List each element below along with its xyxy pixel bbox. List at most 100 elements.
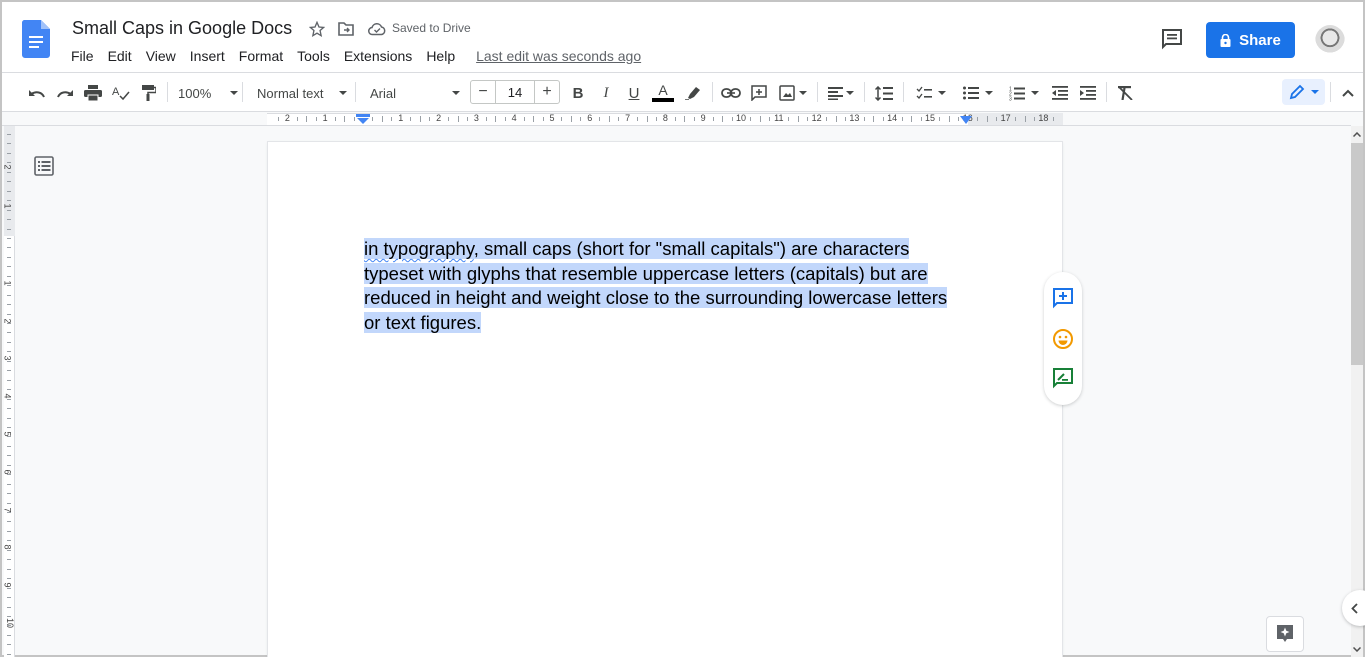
add-comment-icon[interactable] [1052,287,1074,309]
ruler-tick-mark [722,116,723,122]
paragraph-style-select[interactable]: Normal text [257,81,347,105]
underline-icon[interactable]: U [624,81,644,105]
text-run: typeset with glyphs that resemble upperc… [364,263,928,284]
horizontal-ruler[interactable]: 21123456789101112131415161718 [2,112,1351,126]
vertical-ruler[interactable]: 211234567891011 [4,126,15,657]
decrease-font-size-button[interactable]: − [471,81,495,103]
clear-formatting-icon[interactable] [1114,81,1136,105]
document-page[interactable]: in typography, small caps (short for "sm… [268,142,1062,657]
menu-help[interactable]: Help [419,46,462,66]
decrease-indent-icon[interactable] [1049,81,1071,105]
ruler-tick-mark [921,117,922,121]
text-run: reduced in height and weight close to th… [364,287,947,308]
menu-edit[interactable]: Edit [101,46,139,66]
document-outline-icon[interactable] [34,156,54,176]
zoom-select[interactable]: 100% [178,81,238,105]
left-indent-marker[interactable] [356,114,370,124]
insert-image-button[interactable] [776,81,810,105]
chevron-down-icon [938,91,946,95]
ruler-tick-mark [826,117,827,121]
ruler-tick-mark [7,474,11,475]
font-select[interactable]: Arial [370,81,460,105]
right-indent-marker[interactable] [959,116,973,124]
line-spacing-icon[interactable] [872,81,896,105]
ruler-tick-mark [335,117,336,121]
ruler-tick-mark [7,219,11,220]
text-color-icon[interactable]: A [651,80,675,104]
move-to-folder-icon[interactable] [336,19,356,39]
ruler-tick-label: 15 [925,113,935,123]
menu-extensions[interactable]: Extensions [337,46,419,66]
document-body[interactable]: in typography, small caps (short for "sm… [364,237,964,336]
ruler-tick-mark [278,117,279,121]
menu-file[interactable]: File [64,46,101,66]
numbered-list-icon: 123 [1009,86,1025,101]
ruler-tick-mark [7,503,11,504]
ruler-tick-mark [7,512,11,513]
text-line: typeset with glyphs that resemble upperc… [364,262,964,287]
account-avatar[interactable] [1315,25,1345,57]
vertical-scrollbar[interactable] [1351,126,1363,657]
ruler-tick-label: 10 [5,618,15,628]
paint-format-icon[interactable] [138,81,160,105]
ruler-tick-label: 6 [587,113,592,123]
chevron-down-icon [799,91,807,95]
comment-history-icon[interactable] [1160,27,1184,51]
increase-font-size-button[interactable]: + [535,81,559,103]
italic-icon[interactable]: I [596,81,616,105]
menu-tools[interactable]: Tools [290,46,337,66]
explore-button[interactable] [1266,616,1304,652]
spellcheck-icon[interactable]: A [110,81,132,105]
scroll-down-icon[interactable] [1351,642,1363,656]
print-icon[interactable] [82,81,104,105]
ruler-tick-mark [7,578,11,579]
star-icon[interactable] [307,19,327,39]
ruler-tick-mark [382,116,383,122]
ruler-tick-mark [7,616,11,617]
ruler-tick-mark [354,117,355,121]
share-button[interactable]: Share [1206,22,1295,58]
bold-icon[interactable]: B [568,81,588,105]
link-icon[interactable] [720,81,742,105]
bulleted-list-button[interactable] [959,81,997,105]
redo-icon[interactable] [54,81,76,105]
increase-indent-icon[interactable] [1077,81,1099,105]
ruler-tick-mark [694,117,695,121]
document-title[interactable]: Small Caps in Google Docs [72,18,292,39]
editing-mode-button[interactable] [1282,79,1325,105]
show-side-panel-button[interactable] [1342,590,1365,626]
ruler-tick-mark [391,117,392,121]
scroll-up-icon[interactable] [1351,127,1363,141]
ruler-tick-mark [609,116,610,122]
add-comment-icon[interactable] [748,81,770,105]
menu-insert[interactable]: Insert [183,46,232,66]
ruler-tick-mark [7,540,11,541]
font-size-input[interactable]: 14 [495,81,535,103]
misspelled-word[interactable]: in typography [364,238,474,259]
ruler-tick-mark [7,569,11,570]
undo-icon[interactable] [26,81,48,105]
ruler-tick-mark [7,304,11,305]
align-left-icon [828,87,843,100]
header: Small Caps in Google Docs Saved to Drive… [2,2,1363,72]
text-line: in typography, small caps (short for "sm… [364,237,964,262]
emoji-reaction-icon[interactable] [1052,328,1074,350]
ruler-tick-mark [684,116,685,122]
highlight-icon[interactable] [683,81,703,105]
menu-format[interactable]: Format [232,46,290,66]
collapse-menus-icon[interactable] [1339,81,1357,105]
scrollbar-thumb[interactable] [1351,143,1363,365]
suggest-edits-icon[interactable] [1052,367,1074,389]
google-docs-logo-icon[interactable] [22,20,50,58]
ruler-tick-mark [7,143,11,144]
checklist-button[interactable] [912,81,950,105]
menu-view[interactable]: View [139,46,183,66]
ruler-tick-mark [656,117,657,121]
last-edit-link[interactable]: Last edit was seconds ago [476,46,641,66]
ruler-tick-label: 1 [323,113,328,123]
ruler-tick-mark [306,116,307,122]
numbered-list-button[interactable]: 123 [1005,81,1043,105]
align-button[interactable] [826,81,856,105]
ruler-tick-mark [836,116,837,122]
image-icon [779,85,795,101]
